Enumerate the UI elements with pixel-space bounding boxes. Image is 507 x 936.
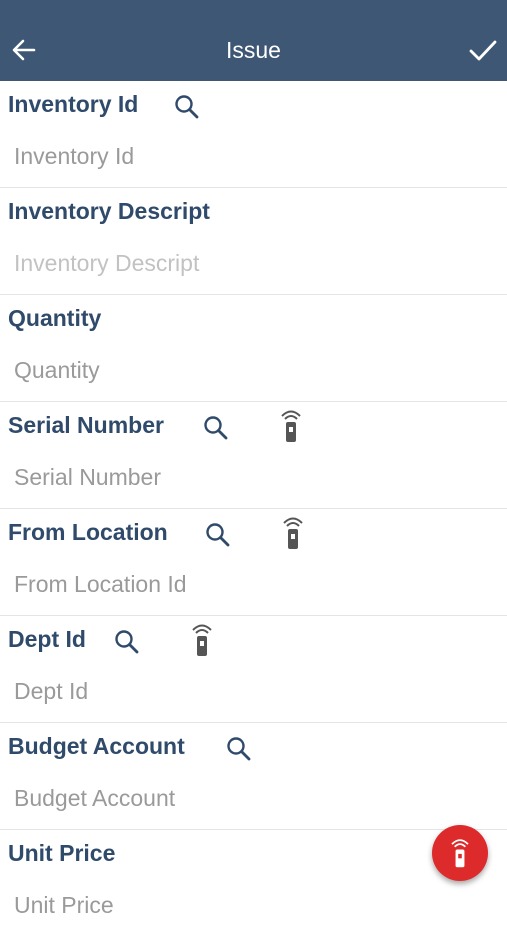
field-label: Dept Id xyxy=(8,626,86,652)
search-icon[interactable] xyxy=(113,628,141,656)
scanner-icon[interactable] xyxy=(188,622,216,658)
field-label: Quantity xyxy=(8,305,102,331)
from-location-input[interactable] xyxy=(14,571,484,598)
field-inventory-id: Inventory Id xyxy=(0,81,507,188)
unit-price-input[interactable] xyxy=(14,892,484,919)
search-icon[interactable] xyxy=(202,414,230,442)
search-icon[interactable] xyxy=(225,735,253,763)
serial-number-input[interactable] xyxy=(14,464,484,491)
field-label: From Location xyxy=(8,519,168,545)
inventory-descript-input xyxy=(14,250,484,277)
field-inventory-descript: Inventory Descript xyxy=(0,188,507,295)
scanner-icon xyxy=(451,839,469,868)
dept-id-input[interactable] xyxy=(14,678,484,705)
field-label: Inventory Descript xyxy=(8,198,210,224)
inventory-id-input[interactable] xyxy=(14,143,484,170)
field-serial-number: Serial Number xyxy=(0,402,507,509)
search-icon[interactable] xyxy=(173,93,201,121)
budget-account-input[interactable] xyxy=(14,785,484,812)
field-dept-id: Dept Id xyxy=(0,616,507,723)
scan-fab-button[interactable] xyxy=(432,825,488,881)
scanner-icon[interactable] xyxy=(279,515,307,551)
scanner-icon[interactable] xyxy=(277,408,305,444)
field-from-location: From Location xyxy=(0,509,507,616)
field-unit-price: Unit Price xyxy=(0,830,507,936)
field-budget-account: Budget Account xyxy=(0,723,507,830)
field-label: Inventory Id xyxy=(8,91,139,117)
search-icon[interactable] xyxy=(204,521,232,549)
field-quantity: Quantity xyxy=(0,295,507,402)
field-label: Budget Account xyxy=(8,733,185,759)
field-label: Unit Price xyxy=(8,840,116,866)
quantity-input[interactable] xyxy=(14,357,484,384)
app-header: Issue xyxy=(0,0,507,81)
issue-form: Inventory Id Inventory Descript Quantity… xyxy=(0,81,507,936)
page-title: Issue xyxy=(226,37,281,63)
field-label: Serial Number xyxy=(8,412,164,438)
check-icon[interactable] xyxy=(468,38,498,64)
